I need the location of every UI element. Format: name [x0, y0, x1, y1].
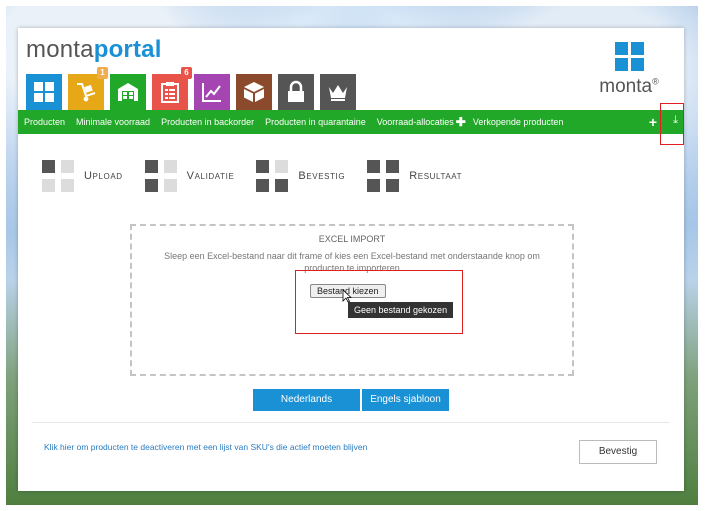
crown-icon	[329, 85, 347, 101]
dashboard-tile[interactable]	[26, 74, 62, 110]
crown-tile[interactable]	[320, 74, 356, 110]
nav-producten-quarantaine[interactable]: Producten in quarantaine	[265, 117, 366, 127]
logo-text-portal: portal	[93, 36, 162, 63]
step-resultaat: Resultaat	[367, 160, 462, 192]
step-validatie: Validatie	[144, 160, 235, 192]
monta-brand-text: monta	[599, 76, 653, 97]
step-bevestig: Bevestig	[256, 160, 345, 192]
dutch-template-button[interactable]: Nederlands sjabloon	[253, 389, 360, 427]
nav-minimale-voorraad[interactable]: Minimale voorraad	[76, 117, 150, 127]
highlight-box-file	[295, 270, 463, 334]
registered-mark: ®	[652, 76, 659, 87]
boxes-tile[interactable]	[236, 74, 272, 110]
nav-verkopende-producten[interactable]: Verkopende producten	[473, 117, 564, 127]
english-template-button[interactable]: Engels sjabloon	[362, 389, 449, 411]
trolley-icon	[77, 83, 96, 102]
grid-icon	[34, 82, 54, 102]
plus-icon[interactable]: ✚	[456, 115, 466, 129]
warehouse-tile[interactable]	[110, 74, 146, 110]
trolley-badge: 1	[97, 67, 108, 79]
portal-window: montaportal 1 6 monta® Producten Minimal…	[18, 28, 684, 491]
clipboard-icon	[161, 82, 179, 103]
step-upload-label: Upload	[84, 170, 123, 182]
boxes-icon	[244, 82, 264, 102]
highlight-box-download	[660, 103, 684, 145]
add-icon[interactable]: +	[649, 114, 657, 130]
module-tiles: 1 6	[26, 67, 356, 110]
trolley-tile[interactable]: 1	[68, 67, 108, 110]
step-upload-icon	[42, 160, 74, 192]
step-resultaat-label: Resultaat	[409, 170, 463, 182]
clipboard-badge: 6	[181, 67, 192, 79]
lock-tile[interactable]	[278, 74, 314, 110]
step-resultaat-icon	[367, 160, 400, 192]
line-chart-icon	[202, 83, 221, 102]
logo-text-monta: monta	[26, 36, 94, 63]
nav-producten-backorder[interactable]: Producten in backorder	[161, 117, 254, 127]
monta-logo-icon	[589, 42, 669, 71]
deactivate-products-link[interactable]: Klik hier om producten te deactiveren me…	[44, 442, 367, 452]
divider	[32, 422, 670, 423]
nav-voorraad-allocaties[interactable]: Voorraad-allocaties	[377, 117, 454, 127]
import-steps: Upload Validatie Bevestig Resultaat	[42, 160, 484, 192]
warehouse-icon	[118, 83, 138, 101]
montaportal-logo[interactable]: montaportal	[26, 36, 162, 64]
step-validatie-label: Validatie	[186, 170, 235, 182]
confirm-button[interactable]: Bevestig	[579, 440, 657, 464]
main-navbar: Producten Minimale voorraad Producten in…	[18, 110, 684, 134]
nav-producten[interactable]: Producten	[24, 117, 65, 127]
step-upload: Upload	[42, 160, 123, 192]
step-validatie-icon	[144, 160, 177, 192]
step-bevestig-label: Bevestig	[298, 170, 346, 182]
lock-icon	[288, 80, 304, 102]
monta-brand: monta®	[589, 42, 669, 98]
step-bevestig-icon	[256, 160, 289, 192]
dropzone-title: EXCEL IMPORT	[318, 234, 386, 244]
chart-tile[interactable]	[194, 74, 230, 110]
clipboard-tile[interactable]: 6	[152, 67, 192, 110]
